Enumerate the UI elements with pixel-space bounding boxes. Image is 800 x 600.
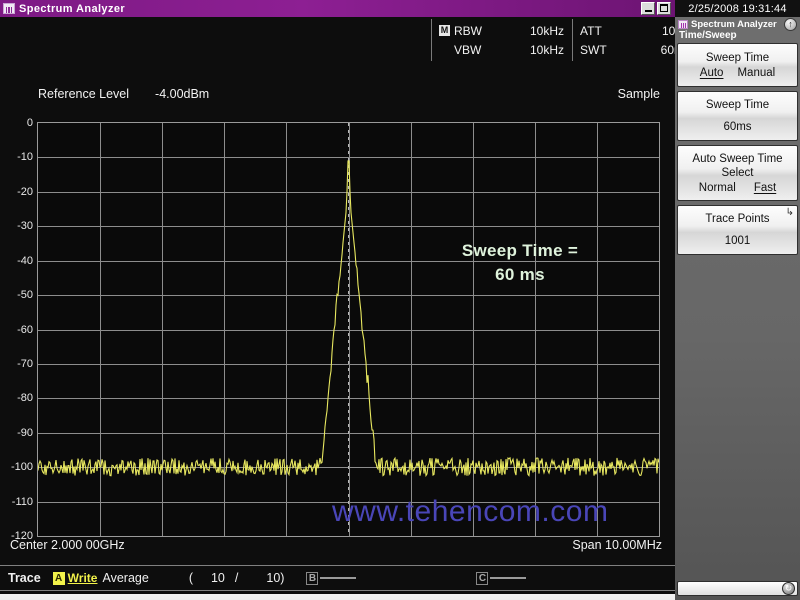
- trace-a-mode: Write: [67, 571, 98, 585]
- reference-level-row: Reference Level -4.00dBm: [38, 87, 209, 101]
- att-row: ATT 10dB: [580, 23, 690, 39]
- y-axis-tick: -30: [17, 220, 33, 233]
- softkey-0-choices: Auto Manual: [700, 67, 775, 79]
- trace-label: Trace: [8, 571, 41, 585]
- average-count-open: (: [188, 571, 195, 585]
- y-axis-tick: -50: [17, 289, 33, 302]
- softkey-1-title: Sweep Time: [705, 98, 770, 111]
- y-axis-labels: 0 -10 -20 -30 -40 -50 -60 -70 -80 -90 -100 -110 -120: [0, 117, 33, 542]
- y-axis-tick: -70: [17, 357, 33, 370]
- annotation-line-2: 60 ms: [495, 265, 545, 284]
- return-circle-icon[interactable]: ↻: [782, 582, 795, 595]
- measurement-screen: M RBW 10kHz VBW 10kHz ATT 10dB SWT 60ms: [0, 17, 690, 600]
- maximize-icon[interactable]: [657, 2, 671, 15]
- softkey-0-choice-manual[interactable]: Manual: [737, 67, 775, 79]
- center-frequency-label: Center 2.000 00GHz: [10, 538, 125, 552]
- y-axis-tick: -60: [17, 323, 33, 336]
- softkey-panel: Spectrum Analyzer ↑ Time/Sweep Sweep Tim…: [675, 17, 800, 600]
- softkey-bottom-return[interactable]: ↻: [677, 581, 798, 596]
- rbw-row: M RBW 10kHz: [439, 23, 564, 39]
- softkey-2-choice-fast[interactable]: Fast: [754, 182, 776, 194]
- softkey-sweep-time-value[interactable]: Sweep Time 60ms: [677, 91, 798, 141]
- detector-mode: Sample: [617, 87, 660, 101]
- spectrum-app-icon: [3, 3, 15, 14]
- reference-level-value: -4.00dBm: [155, 87, 210, 101]
- spectrum-analyzer-app: Spectrum Analyzer 2/25/2008 19:31:44 M R…: [0, 0, 800, 600]
- softkey-menu-title: Time/Sweep: [679, 30, 737, 41]
- return-arrow-icon: ↳: [785, 207, 794, 218]
- clock-datetime: 2/25/2008 19:31:44: [675, 0, 800, 17]
- softkey-3-title: Trace Points: [705, 212, 770, 225]
- rbw-label: RBW: [454, 23, 482, 38]
- average-count-current: 10: [210, 571, 225, 585]
- vbw-row: VBW 10kHz: [439, 42, 564, 58]
- y-axis-tick: -100: [10, 461, 33, 474]
- spectrum-app-icon-small: [678, 19, 688, 29]
- trace-b-badge[interactable]: B: [306, 571, 319, 585]
- y-axis-tick: -110: [11, 495, 33, 508]
- watermark-text: www.tehencom.com: [332, 495, 609, 528]
- average-count-separator: /: [234, 571, 239, 585]
- softkey-2-title: Auto Sweep Time: [692, 153, 783, 165]
- up-arrow-icon[interactable]: ↑: [784, 17, 797, 31]
- annotation-line-1: Sweep Time =: [461, 241, 579, 260]
- softkey-2-title2: Select: [721, 167, 754, 179]
- sweep-time-annotation: Sweep Time = 60 ms: [430, 239, 610, 287]
- reference-level-label: Reference Level: [38, 87, 130, 101]
- spectrum-graph[interactable]: Sweep Time = 60 ms: [37, 122, 660, 537]
- softkey-0-choice-auto[interactable]: Auto: [700, 67, 724, 79]
- swt-label: SWT: [580, 42, 607, 57]
- softkey-panel-header: Spectrum Analyzer ↑: [675, 17, 800, 31]
- y-axis-tick: 0: [26, 117, 33, 129]
- span-label: Span 10.00MHz: [572, 538, 662, 552]
- trace-c-badge[interactable]: C: [476, 571, 489, 585]
- trace-a-badge[interactable]: A: [52, 571, 65, 585]
- softkey-2-choices: Normal Fast: [699, 182, 776, 194]
- bandwidth-column: M RBW 10kHz VBW 10kHz: [431, 19, 564, 61]
- parameter-header: M RBW 10kHz VBW 10kHz ATT 10dB SWT 60ms: [431, 19, 690, 61]
- y-axis-tick: -20: [17, 185, 33, 198]
- window-title: Spectrum Analyzer: [19, 2, 126, 15]
- trace-a-type: Average: [102, 571, 149, 585]
- window-controls: [641, 2, 671, 15]
- att-swt-column: ATT 10dB SWT 60ms: [572, 19, 690, 61]
- bottom-status-bar: Ref.Int: [0, 594, 675, 600]
- rbw-value: 10kHz: [529, 23, 564, 38]
- softkey-1-value: 60ms: [723, 120, 752, 133]
- marker-badge: M: [439, 25, 450, 36]
- vbw-value: 10kHz: [529, 42, 564, 57]
- vbw-label: VBW: [454, 42, 482, 57]
- y-axis-tick: -10: [17, 151, 33, 164]
- softkey-auto-sweep-time-select[interactable]: Auto Sweep Time Select Normal Fast: [677, 145, 798, 201]
- att-label: ATT: [580, 23, 602, 38]
- window-title-bar: Spectrum Analyzer: [0, 0, 675, 17]
- trace-a-curve: [38, 160, 659, 478]
- softkey-app-title: Spectrum Analyzer: [691, 18, 777, 30]
- y-axis-tick: -80: [17, 392, 33, 405]
- minimize-icon[interactable]: [641, 2, 655, 15]
- trace-status-bar: Trace A Write Average ( 10 / 10) B C: [0, 565, 675, 591]
- trace-b-line: [320, 577, 357, 579]
- y-axis-tick: -40: [17, 254, 33, 267]
- trace-c-line: [490, 577, 527, 579]
- softkey-sweep-time-mode[interactable]: Sweep Time Auto Manual: [677, 43, 798, 87]
- softkey-trace-points[interactable]: ↳ Trace Points 1001: [677, 205, 798, 255]
- average-count-total: 10): [266, 571, 285, 585]
- y-axis-tick: -90: [17, 426, 33, 439]
- softkey-0-title: Sweep Time: [705, 52, 770, 64]
- swt-row: SWT 60ms: [580, 42, 690, 58]
- softkey-3-value: 1001: [724, 234, 751, 247]
- softkey-2-choice-normal[interactable]: Normal: [699, 182, 736, 194]
